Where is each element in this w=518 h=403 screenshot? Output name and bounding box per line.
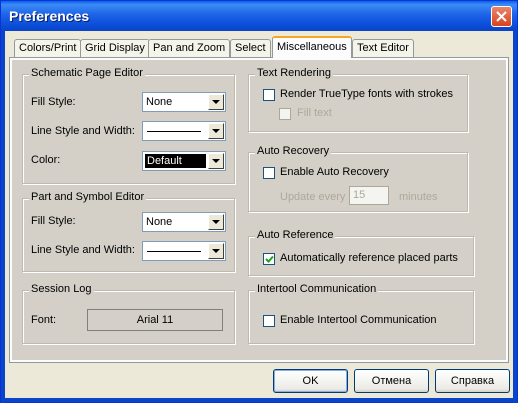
tab-pan-and-zoom[interactable]: Pan and Zoom bbox=[148, 39, 231, 57]
schematic-line-style-select[interactable] bbox=[142, 121, 226, 141]
selected-value: None bbox=[146, 96, 173, 108]
selected-value: Default bbox=[145, 154, 206, 168]
update-every-label: Update every bbox=[280, 191, 346, 203]
chevron-down-icon bbox=[212, 249, 220, 253]
tab-label: Pan and Zoom bbox=[153, 42, 226, 54]
window-title: Preferences bbox=[9, 8, 90, 24]
update-interval-input[interactable]: 15 bbox=[349, 186, 389, 205]
title-bar[interactable]: Preferences bbox=[1, 1, 517, 31]
group-title: Text Rendering bbox=[255, 67, 333, 79]
group-title: Schematic Page Editor bbox=[29, 67, 145, 79]
close-icon bbox=[496, 11, 507, 22]
color-label: Color: bbox=[31, 154, 61, 166]
group-title: Intertool Communication bbox=[255, 283, 379, 295]
tab-text-editor[interactable]: Text Editor bbox=[352, 39, 414, 57]
tab-label: Colors/Print bbox=[19, 42, 77, 54]
fill-style-label: Fill Style: bbox=[31, 215, 76, 227]
panel-body: Schematic Page Editor Fill Style: None L… bbox=[12, 60, 506, 360]
schematic-page-editor-group: Schematic Page Editor Fill Style: None L… bbox=[22, 67, 235, 184]
auto-reference-label: Automatically reference placed parts bbox=[280, 252, 458, 264]
chevron-down-icon bbox=[212, 159, 220, 163]
checkmark-icon bbox=[265, 255, 274, 263]
line-style-label: Line Style and Width: bbox=[31, 244, 135, 256]
window-frame-bottom bbox=[1, 398, 517, 402]
session-log-group: Session Log Font: Arial 11 bbox=[22, 283, 235, 344]
chevron-down-icon bbox=[212, 220, 220, 224]
ok-button[interactable]: OK bbox=[273, 369, 348, 393]
tab-colors-print[interactable]: Colors/Print bbox=[14, 39, 82, 57]
window-frame-left bbox=[1, 31, 5, 403]
auto-recovery-group: Auto Recovery Enable Auto Recovery Updat… bbox=[248, 145, 468, 212]
group-title: Part and Symbol Editor bbox=[29, 191, 147, 203]
part-fill-style-select[interactable]: None bbox=[142, 212, 226, 232]
cancel-button[interactable]: Отмена bbox=[354, 369, 429, 393]
tab-label: Text Editor bbox=[357, 42, 409, 54]
tab-label: Grid Display bbox=[85, 42, 145, 54]
text-rendering-group: Text Rendering Render TrueType fonts wit… bbox=[248, 67, 468, 132]
line-style-preview bbox=[147, 131, 201, 132]
tab-label: Miscellaneous bbox=[277, 41, 347, 53]
dropdown-button[interactable] bbox=[208, 214, 224, 230]
group-title: Auto Reference bbox=[255, 229, 336, 241]
chevron-down-icon bbox=[212, 100, 220, 104]
fill-style-label: Fill Style: bbox=[31, 96, 76, 108]
close-button[interactable] bbox=[491, 6, 512, 27]
line-style-preview bbox=[147, 251, 201, 252]
dropdown-button[interactable] bbox=[208, 123, 224, 139]
preferences-dialog: Preferences Colors/Print Grid Display Pa… bbox=[0, 0, 518, 403]
tab-miscellaneous[interactable]: Miscellaneous bbox=[272, 36, 352, 58]
session-log-font-button[interactable]: Arial 11 bbox=[87, 309, 223, 331]
auto-reference-group: Auto Reference Automatically reference p… bbox=[248, 229, 474, 276]
font-label: Font: bbox=[31, 314, 57, 326]
dropdown-button[interactable] bbox=[208, 94, 224, 110]
group-title: Session Log bbox=[29, 283, 94, 295]
group-title: Auto Recovery bbox=[255, 145, 332, 157]
dropdown-button[interactable] bbox=[208, 243, 224, 259]
part-line-style-select[interactable] bbox=[142, 241, 226, 261]
fill-text-checkbox[interactable] bbox=[279, 108, 291, 120]
render-truetype-checkbox[interactable] bbox=[263, 89, 275, 101]
tab-grid-display[interactable]: Grid Display bbox=[80, 39, 150, 57]
intertool-communication-group: Intertool Communication Enable Intertool… bbox=[248, 283, 474, 344]
enable-auto-recovery-label: Enable Auto Recovery bbox=[280, 166, 389, 178]
part-and-symbol-editor-group: Part and Symbol Editor Fill Style: None … bbox=[22, 191, 235, 272]
schematic-fill-style-select[interactable]: None bbox=[142, 92, 226, 112]
fill-text-label: Fill text bbox=[297, 107, 332, 119]
enable-intertool-label: Enable Intertool Communication bbox=[280, 314, 437, 326]
line-style-label: Line Style and Width: bbox=[31, 125, 135, 137]
chevron-down-icon bbox=[212, 129, 220, 133]
schematic-color-select[interactable]: Default bbox=[142, 151, 226, 171]
enable-intertool-checkbox[interactable] bbox=[263, 315, 275, 327]
minutes-label: minutes bbox=[399, 191, 438, 203]
dropdown-button[interactable] bbox=[208, 153, 224, 169]
tab-select[interactable]: Select bbox=[230, 39, 271, 57]
auto-reference-checkbox[interactable] bbox=[263, 253, 275, 265]
window-frame-right bbox=[513, 31, 517, 403]
enable-auto-recovery-checkbox[interactable] bbox=[263, 167, 275, 179]
tab-label: Select bbox=[235, 42, 266, 54]
render-truetype-label: Render TrueType fonts with strokes bbox=[280, 88, 454, 100]
help-button[interactable]: Справка bbox=[435, 369, 510, 393]
miscellaneous-panel: Schematic Page Editor Fill Style: None L… bbox=[9, 57, 509, 363]
selected-value: None bbox=[146, 216, 173, 228]
